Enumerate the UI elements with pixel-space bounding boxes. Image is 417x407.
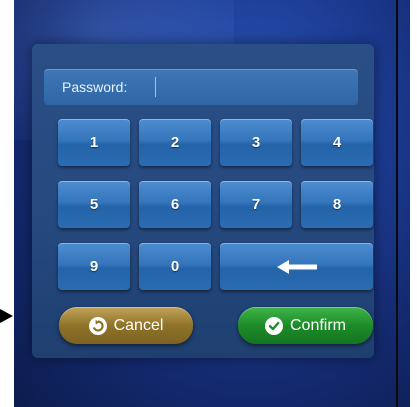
key-0[interactable]: 0 xyxy=(139,243,211,290)
cancel-button[interactable]: Cancel xyxy=(59,307,193,344)
key-3[interactable]: 3 xyxy=(220,119,292,166)
cancel-label: Cancel xyxy=(113,316,164,334)
key-2[interactable]: 2 xyxy=(139,119,211,166)
key-label: 2 xyxy=(170,134,180,151)
undo-icon xyxy=(88,316,107,335)
key-1[interactable]: 1 xyxy=(58,119,130,166)
key-label: 7 xyxy=(251,196,261,213)
key-4[interactable]: 4 xyxy=(301,119,373,166)
screen-border xyxy=(396,0,398,407)
key-label: 4 xyxy=(332,134,342,151)
key-8[interactable]: 8 xyxy=(301,181,373,228)
key-9[interactable]: 9 xyxy=(58,243,130,290)
key-label: 8 xyxy=(332,196,342,213)
password-label: Password: xyxy=(62,79,128,95)
confirm-label: Confirm xyxy=(289,316,346,334)
password-field[interactable]: Password: xyxy=(44,69,358,105)
left-arrow-icon xyxy=(276,259,317,274)
confirm-button[interactable]: Confirm xyxy=(238,307,373,344)
backspace-button[interactable] xyxy=(220,243,373,290)
key-7[interactable]: 7 xyxy=(220,181,292,228)
key-6[interactable]: 6 xyxy=(139,181,211,228)
key-label: 0 xyxy=(170,258,180,275)
key-label: 6 xyxy=(170,196,180,213)
text-caret xyxy=(155,77,156,97)
key-5[interactable]: 5 xyxy=(58,181,130,228)
key-label: 1 xyxy=(89,134,99,151)
key-label: 9 xyxy=(89,258,99,275)
pointer-arrow-icon xyxy=(0,309,13,323)
key-label: 3 xyxy=(251,134,261,151)
key-label: 5 xyxy=(89,196,99,213)
checkmark-icon xyxy=(264,316,283,335)
